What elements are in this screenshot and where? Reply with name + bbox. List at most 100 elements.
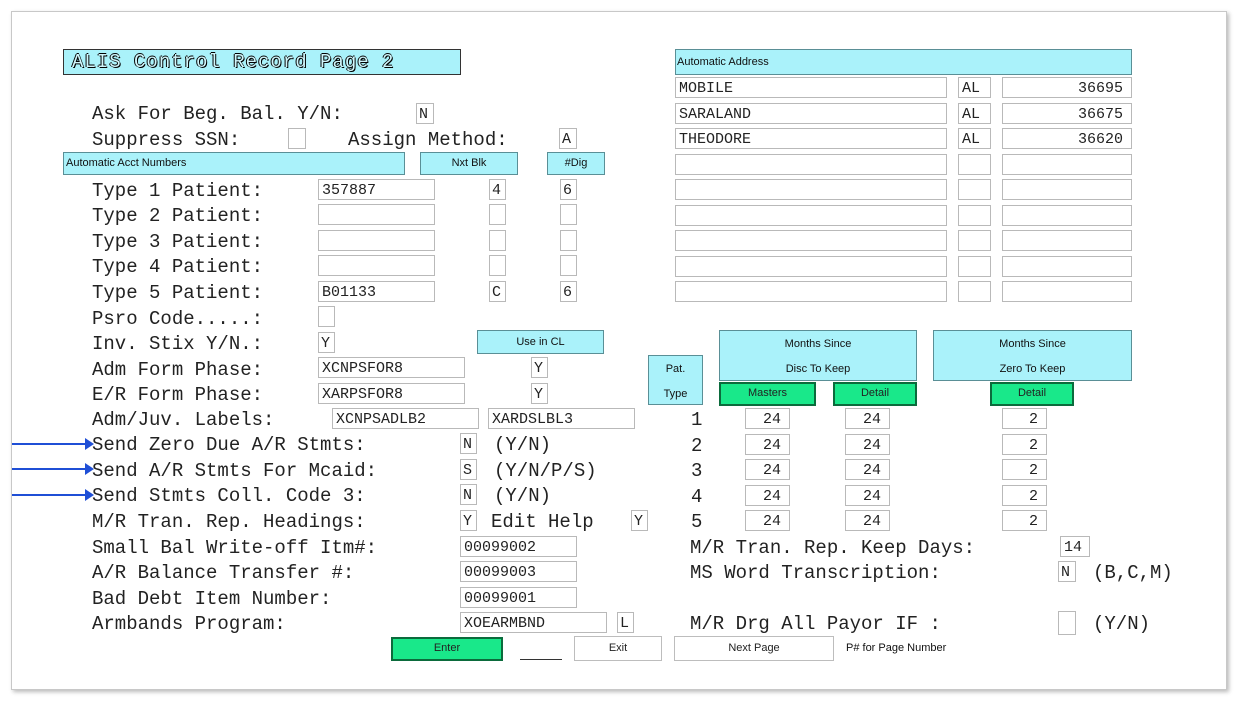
zero-months-field[interactable]: 2 (1002, 433, 1047, 455)
adm-juv-field-1[interactable]: XCNPSADLB2 (332, 408, 479, 429)
patient-dig-field[interactable] (560, 230, 577, 251)
patient-label: Type 3 Patient: (92, 231, 264, 253)
address-city-field[interactable]: MOBILE (675, 77, 947, 98)
enter-button[interactable]: Enter (391, 637, 503, 661)
detail-months-field[interactable]: 24 (845, 408, 890, 429)
send-coll-field[interactable]: N (460, 484, 477, 505)
ms-word-field[interactable]: N (1058, 561, 1076, 582)
adm-form-field[interactable]: XCNPSFOR8 (318, 357, 465, 378)
assign-method-field[interactable]: A (559, 128, 577, 149)
address-zip-field[interactable]: 36695 (1002, 77, 1132, 98)
address-city-field[interactable]: THEODORE (675, 128, 947, 149)
armbands-label: Armbands Program: (92, 613, 286, 635)
mr-headings-field[interactable]: Y (460, 510, 477, 531)
arrow-annotation (12, 438, 94, 450)
address-zip-field[interactable] (1002, 179, 1132, 200)
armbands-flag-field[interactable]: L (617, 612, 634, 633)
detail-months-field[interactable]: 24 (845, 433, 890, 455)
address-zip-field[interactable]: 36620 (1002, 128, 1132, 149)
address-city-field[interactable] (675, 179, 947, 200)
detail-button[interactable]: Detail (833, 382, 917, 406)
address-state-field[interactable]: AL (958, 102, 991, 124)
address-zip-field[interactable] (1002, 281, 1132, 302)
adm-juv-label: Adm/Juv. Labels: (92, 409, 275, 431)
detail-months-field[interactable]: 24 (845, 510, 890, 531)
address-city-field[interactable] (675, 204, 947, 226)
address-zip-field[interactable]: 36675 (1002, 102, 1132, 124)
address-state-field[interactable] (958, 230, 991, 251)
address-state-field[interactable] (958, 153, 991, 175)
address-zip-field[interactable] (1002, 204, 1132, 226)
patient-dig-field[interactable] (560, 255, 577, 276)
edit-help-field[interactable]: Y (631, 510, 648, 531)
address-city-field[interactable] (675, 281, 947, 302)
adm-form-cl-field[interactable]: Y (531, 357, 548, 378)
ask-beg-bal-field[interactable]: N (416, 103, 434, 124)
suppress-ssn-field[interactable] (288, 128, 306, 149)
masters-months-field[interactable]: 24 (745, 408, 790, 429)
patient-number-field[interactable] (318, 230, 435, 251)
address-state-field[interactable]: AL (958, 77, 991, 98)
zero-months-field[interactable]: 2 (1002, 510, 1047, 531)
mr-headings-label: M/R Tran. Rep. Headings: (92, 511, 366, 533)
patient-nxt-field[interactable] (489, 230, 506, 251)
address-state-field[interactable] (958, 179, 991, 200)
send-mcaid-field[interactable]: S (460, 459, 477, 480)
mr-keep-days-field[interactable]: 14 (1060, 536, 1090, 557)
mr-drg-field[interactable] (1058, 611, 1076, 635)
masters-months-field[interactable]: 24 (745, 433, 790, 455)
months-zero-label-2: Zero To Keep (999, 363, 1066, 375)
masters-months-field[interactable]: 24 (745, 484, 790, 506)
armbands-field[interactable]: XOEARMBND (460, 612, 607, 633)
inv-stix-field[interactable]: Y (318, 332, 335, 353)
patient-label: Type 5 Patient: (92, 282, 264, 304)
patient-dig-field[interactable]: 6 (560, 179, 577, 200)
patient-number-field[interactable] (318, 204, 435, 225)
patient-label: Type 2 Patient: (92, 205, 264, 227)
send-zero-field[interactable]: N (460, 433, 477, 454)
pat-type-number: 3 (691, 460, 703, 482)
patient-dig-field[interactable]: 6 (560, 281, 577, 302)
psro-field[interactable] (318, 306, 335, 327)
page-input-underline[interactable] (520, 659, 562, 660)
er-form-field[interactable]: XARPSFOR8 (318, 383, 465, 404)
patient-nxt-field[interactable] (489, 204, 506, 225)
address-city-field[interactable]: SARALAND (675, 102, 947, 124)
address-city-field[interactable] (675, 153, 947, 175)
small-bal-field[interactable]: 00099002 (460, 536, 577, 557)
detail-months-field[interactable]: 24 (845, 484, 890, 506)
patient-nxt-field[interactable]: C (489, 281, 506, 302)
address-state-field[interactable] (958, 204, 991, 226)
exit-button[interactable]: Exit (574, 636, 662, 661)
masters-months-field[interactable]: 24 (745, 459, 790, 480)
patient-number-field[interactable]: B01133 (318, 281, 435, 302)
address-zip-field[interactable] (1002, 230, 1132, 251)
adm-juv-field-2[interactable]: XARDSLBL3 (488, 408, 635, 429)
bad-debt-field[interactable]: 00099001 (460, 587, 577, 608)
address-state-field[interactable] (958, 281, 991, 302)
zero-months-field[interactable]: 2 (1002, 459, 1047, 480)
adm-form-label: Adm Form Phase: (92, 359, 264, 381)
patient-dig-field[interactable] (560, 204, 577, 225)
zero-months-field[interactable]: 2 (1002, 408, 1047, 429)
er-form-cl-field[interactable]: Y (531, 383, 548, 404)
address-zip-field[interactable] (1002, 153, 1132, 175)
patient-nxt-field[interactable]: 4 (489, 179, 506, 200)
auto-address-header: Automatic Address (675, 49, 1132, 75)
patient-nxt-field[interactable] (489, 255, 506, 276)
send-mcaid-hint: (Y/N/P/S) (494, 460, 597, 482)
ar-transfer-field[interactable]: 00099003 (460, 561, 577, 582)
address-zip-field[interactable] (1002, 255, 1132, 277)
address-city-field[interactable] (675, 255, 947, 277)
masters-button[interactable]: Masters (719, 382, 816, 406)
zero-months-field[interactable]: 2 (1002, 484, 1047, 506)
patient-number-field[interactable] (318, 255, 435, 276)
patient-number-field[interactable]: 357887 (318, 179, 435, 200)
address-state-field[interactable] (958, 255, 991, 277)
zero-detail-button[interactable]: Detail (990, 382, 1074, 406)
detail-months-field[interactable]: 24 (845, 459, 890, 480)
next-page-button[interactable]: Next Page (674, 636, 834, 661)
masters-months-field[interactable]: 24 (745, 510, 790, 531)
address-city-field[interactable] (675, 230, 947, 251)
address-state-field[interactable]: AL (958, 128, 991, 149)
